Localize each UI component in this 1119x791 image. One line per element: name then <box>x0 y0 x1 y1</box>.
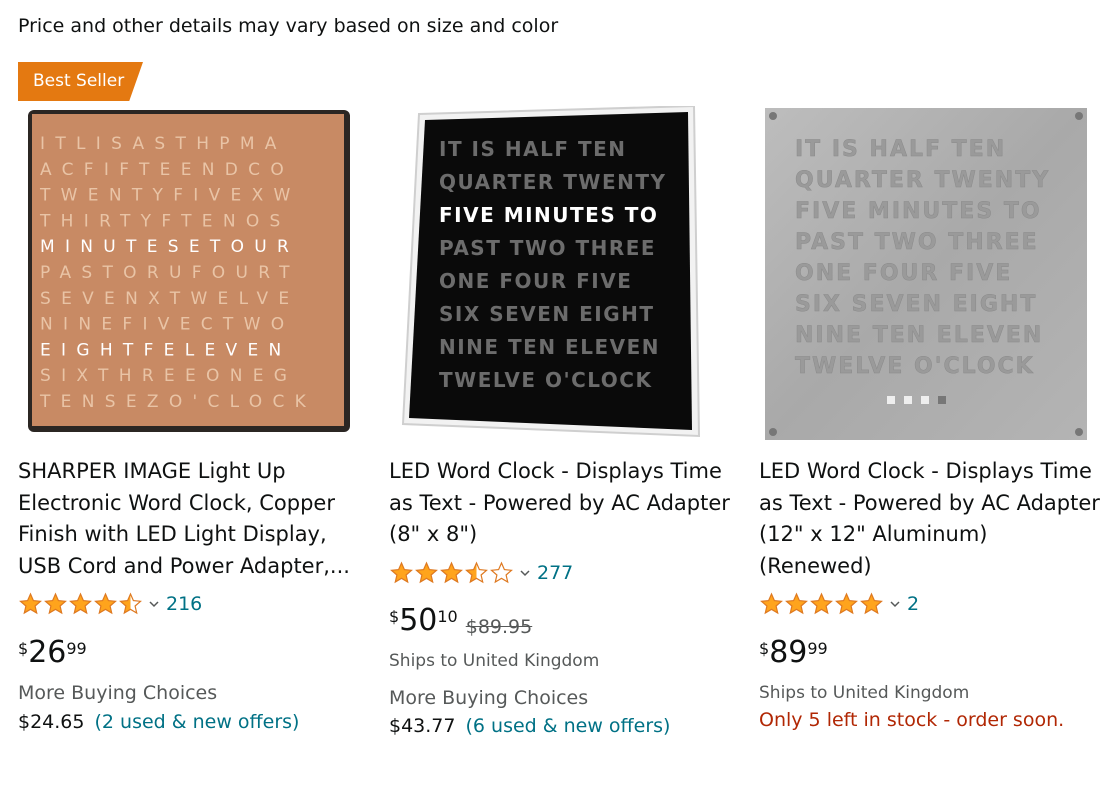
clock-face-row: ONE FOUR FIVE <box>439 269 632 293</box>
price-2[interactable]: $ 50 10 $89.95 <box>389 603 533 639</box>
clock-face-row: EIGHTFELEVEN <box>40 340 292 360</box>
clock-face-row: NINEFIVECTWO <box>40 315 294 335</box>
ships-to: Ships to United Kingdom <box>389 651 600 671</box>
star-icon <box>44 592 67 615</box>
star-icon <box>785 592 808 615</box>
star-icon <box>94 592 117 615</box>
more-buying-choices-label: More Buying Choices <box>18 682 218 704</box>
star-icon <box>119 592 142 615</box>
clock-face-row: TENSEZO'CLOCK <box>39 392 316 412</box>
aluminum-word-clock-image: IT IS HALF TEN QUARTER TWENTY FIVE MINUTES… <box>765 108 1087 440</box>
rating-count[interactable]: 216 <box>166 593 202 615</box>
star-icon <box>490 561 513 584</box>
used-new-offers-link[interactable]: (2 used & new offers) <box>94 711 299 733</box>
rating-count[interactable]: 2 <box>907 593 919 615</box>
copper-word-clock-image: ITLISASTHPMA ACFIFTEENDCO TWENTYFIVEXW THIR… <box>28 110 350 432</box>
more-buying-price: $24.65 <box>18 711 85 733</box>
clock-face-row: SIX SEVEN EIGHT <box>439 302 655 326</box>
clock-face-row: THIRTYFTENOS <box>39 211 291 231</box>
product-card-2: IT IS HALF TEN QUARTER TWENTY FIVE MINUTES… <box>389 0 739 791</box>
clock-face-row: QUARTER TWENTY <box>795 168 1050 193</box>
chevron-down-icon[interactable] <box>889 598 901 610</box>
product-image-3[interactable]: IT IS HALF TEN QUARTER TWENTY FIVE MINUTES… <box>759 106 1099 440</box>
clock-face-row: PASTORUFOURT <box>40 263 300 283</box>
price-whole: 50 <box>399 603 438 638</box>
clock-face-row: TWENTYFIVEXW <box>39 186 301 206</box>
product-image-1[interactable]: ITLISASTHPMA ACFIFTEENDCO TWENTYFIVEXW THIR… <box>18 106 358 440</box>
clock-face-row: IT IS HALF TEN <box>795 137 1006 162</box>
product-title-1[interactable]: SHARPER IMAGE Light Up Electronic Word C… <box>18 456 363 582</box>
ships-to: Ships to United Kingdom <box>759 683 970 703</box>
price-fraction: 99 <box>807 639 828 658</box>
black-word-clock-image: IT IS HALF TEN QUARTER TWENTY FIVE MINUTES… <box>401 106 701 438</box>
price-fraction: 99 <box>66 639 87 658</box>
chevron-down-icon[interactable] <box>148 598 160 610</box>
product-card-1: ITLISASTHPMA ACFIFTEENDCO TWENTYFIVEXW THIR… <box>18 0 368 791</box>
star-icon <box>69 592 92 615</box>
star-icon <box>465 561 488 584</box>
clock-face-row: NINE TEN ELEVEN <box>795 323 1043 348</box>
star-rating-icon <box>759 592 884 616</box>
star-icon <box>760 592 783 615</box>
clock-face-row: PAST TWO THREE <box>795 230 1039 255</box>
rating-3[interactable]: 2 <box>759 592 919 616</box>
price-fraction: 10 <box>437 607 458 626</box>
product-title-2[interactable]: LED Word Clock - Displays Time as Text -… <box>389 456 734 551</box>
more-buying-offer: $43.77 (6 used & new offers) <box>389 715 670 737</box>
clock-face-row: IT IS HALF TEN <box>439 137 626 161</box>
rating-2[interactable]: 277 <box>389 561 573 585</box>
rating-1[interactable]: 216 <box>18 592 202 616</box>
product-image-2[interactable]: IT IS HALF TEN QUARTER TWENTY FIVE MINUTES… <box>389 106 729 440</box>
star-icon <box>390 561 413 584</box>
star-icon <box>415 561 438 584</box>
clock-face-row: TWELVE O'CLOCK <box>439 368 652 392</box>
clock-face-row: FIVE MINUTES TO <box>795 199 1042 224</box>
star-icon <box>860 592 883 615</box>
used-new-offers-link[interactable]: (6 used & new offers) <box>465 715 670 737</box>
clock-face-row: PAST TWO THREE <box>439 236 656 260</box>
price-whole: 26 <box>28 635 67 670</box>
rating-count[interactable]: 277 <box>537 562 573 584</box>
more-buying-offer: $24.65 (2 used & new offers) <box>18 711 299 733</box>
clock-face-row: SEVENXTWELVE <box>40 289 299 309</box>
clock-face-row: ONE FOUR FIVE <box>795 261 1012 286</box>
clock-face-row: TWELVE O'CLOCK <box>795 354 1035 379</box>
product-card-3: IT IS HALF TEN QUARTER TWENTY FIVE MINUTES… <box>759 0 1109 791</box>
chevron-down-icon[interactable] <box>519 567 531 579</box>
stock-warning: Only 5 left in stock - order soon. <box>759 709 1065 731</box>
star-rating-icon <box>389 561 514 585</box>
list-price: $89.95 <box>465 616 533 638</box>
best-seller-badge[interactable]: Best Seller <box>18 62 143 101</box>
price-1[interactable]: $ 26 99 <box>18 636 87 670</box>
more-buying-choices-label: More Buying Choices <box>389 687 589 709</box>
star-icon <box>810 592 833 615</box>
clock-face-row: SIXTHREEONEG <box>40 366 297 386</box>
price-whole: 89 <box>769 635 808 670</box>
clock-face-row: ACFIFTEENDCO <box>40 160 294 180</box>
price-symbol: $ <box>389 607 400 626</box>
star-icon <box>440 561 463 584</box>
product-title-3[interactable]: LED Word Clock - Displays Time as Text -… <box>759 456 1104 582</box>
more-buying-price: $43.77 <box>389 715 456 737</box>
clock-face-row: SIX SEVEN EIGHT <box>795 292 1037 317</box>
star-rating-icon <box>18 592 143 616</box>
star-icon <box>19 592 42 615</box>
clock-face-row: MINUTESETOUR <box>40 237 299 257</box>
price-symbol: $ <box>759 639 770 658</box>
clock-face-row: ITLISASTHPMA <box>40 134 287 154</box>
star-icon <box>835 592 858 615</box>
price-3[interactable]: $ 89 99 <box>759 636 828 670</box>
clock-face-row: FIVE MINUTES TO <box>439 203 658 227</box>
price-symbol: $ <box>18 639 29 658</box>
clock-face-row: QUARTER TWENTY <box>439 170 667 194</box>
clock-face-row: NINE TEN ELEVEN <box>439 335 660 359</box>
